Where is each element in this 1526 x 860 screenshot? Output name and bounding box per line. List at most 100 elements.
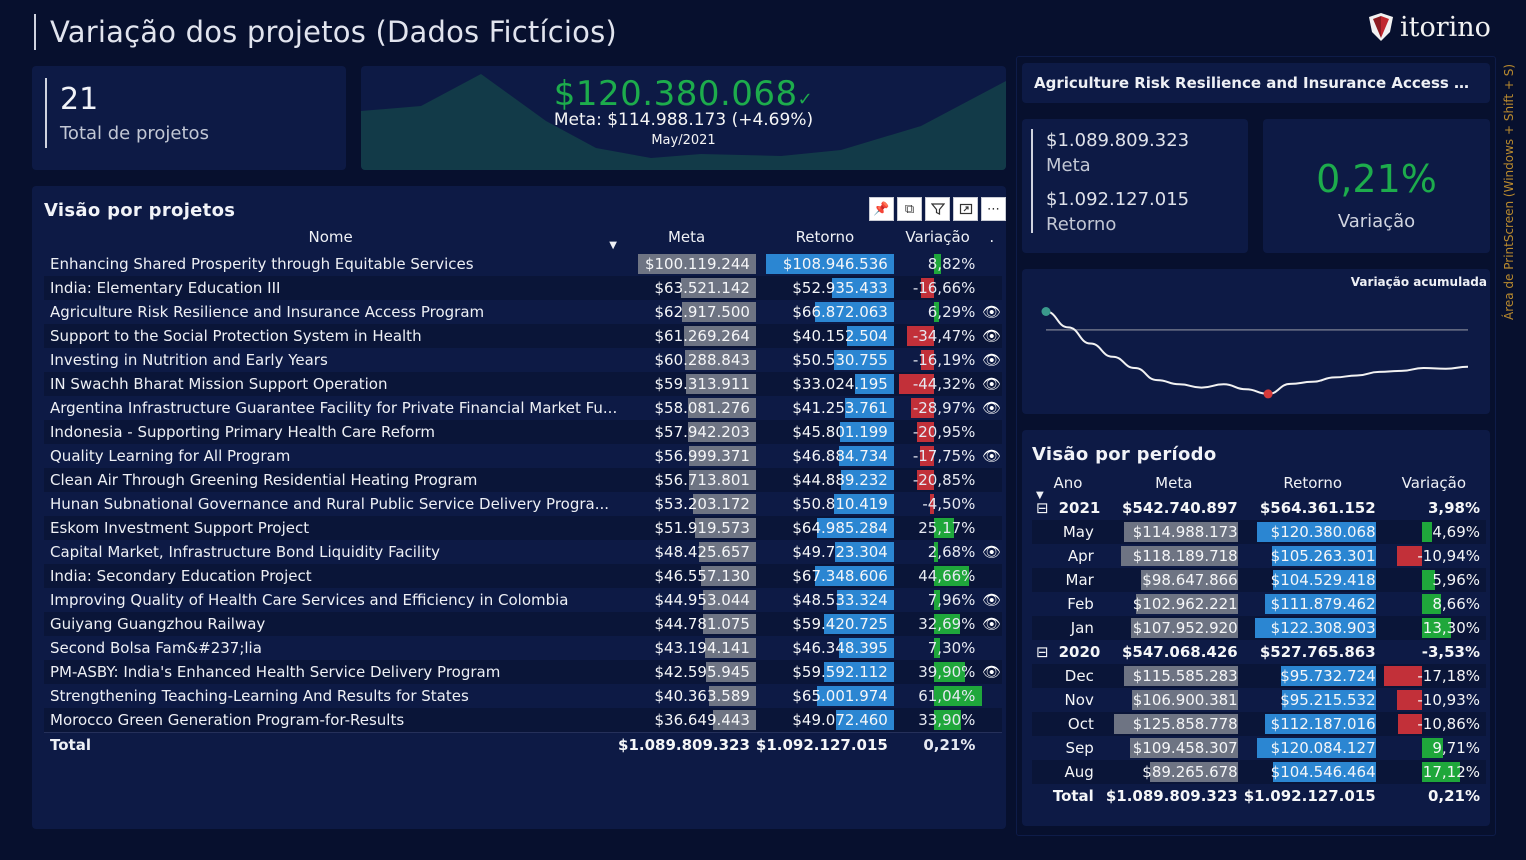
copy-icon[interactable]: ⧉ <box>897 197 922 221</box>
variation-value: 13,30% <box>1422 619 1480 637</box>
table-row[interactable]: Guiyang Guangzhou Railway $44.781.075 $59.… <box>44 612 1002 636</box>
month-row[interactable]: Apr $118.189.718 $105.263.301 -10,94% <box>1032 544 1486 568</box>
month-row[interactable]: Nov $106.900.381 $95.215.532 -10,93% <box>1032 688 1486 712</box>
project-name[interactable]: Morocco Green Generation Program-for-Res… <box>44 708 618 733</box>
eye-icon[interactable]: 👁 <box>981 588 1002 612</box>
month-row[interactable]: Mar $98.647.866 $104.529.418 5,96% <box>1032 568 1486 592</box>
table-row[interactable]: Hunan Subnational Governance and Rural P… <box>44 492 1002 516</box>
eye-icon[interactable]: 👁 <box>981 372 1002 396</box>
project-name[interactable]: IN Swachh Bharat Mission Support Operati… <box>44 372 618 396</box>
col-meta[interactable]: Meta <box>1104 470 1244 496</box>
sort-desc-icon[interactable]: ▼ <box>1036 490 1044 501</box>
table-row[interactable]: Investing in Nutrition and Early Years $6… <box>44 348 1002 372</box>
eye-icon[interactable]: 👁 <box>981 540 1002 564</box>
col-retorno[interactable]: Retorno <box>756 222 894 252</box>
collapse-icon[interactable]: ⊟ <box>1036 499 1049 517</box>
table-row[interactable]: IN Swachh Bharat Mission Support Operati… <box>44 372 1002 396</box>
table-row[interactable]: India: Secondary Education Project $46.55… <box>44 564 1002 588</box>
project-name[interactable]: Improving Quality of Health Care Service… <box>44 588 617 612</box>
project-name[interactable]: Support to the Social Protection System … <box>44 324 618 348</box>
variation-cell: -34,47% <box>893 324 982 348</box>
month-row[interactable]: Sep $109.458.307 $120.084.127 9,71% <box>1032 736 1486 760</box>
table-row[interactable]: Capital Market, Infrastructure Bond Liqu… <box>44 540 1002 564</box>
table-row[interactable]: Eskom Investment Support Project $51.919.… <box>44 516 1002 540</box>
variation-value: -17,18% <box>1417 667 1480 685</box>
project-name[interactable]: Second Bolsa Fam&#237;lia <box>44 636 617 660</box>
table-row[interactable]: Support to the Social Protection System … <box>44 324 1002 348</box>
meta-value: $48.425.657 <box>654 543 750 561</box>
return-value: $33.024.195 <box>792 375 888 393</box>
table-row[interactable]: Enhancing Shared Prosperity through Equi… <box>44 252 1002 276</box>
selected-variation-label: Variação <box>1337 211 1416 232</box>
start-point[interactable] <box>1041 307 1051 316</box>
total-row: Total $1.089.809.323 $1.092.127.015 0,21% <box>1032 784 1486 808</box>
col-variacao[interactable]: Variação <box>1382 470 1486 496</box>
eye-icon[interactable]: 👁 <box>981 324 1002 348</box>
project-name[interactable]: Agriculture Risk Resilience and Insuranc… <box>44 300 617 324</box>
eye-icon[interactable]: 👁 <box>981 612 1002 636</box>
project-name[interactable]: Investing in Nutrition and Early Years <box>44 348 617 372</box>
project-name[interactable]: India: Elementary Education III <box>44 276 618 300</box>
return-value: $104.546.464 <box>1270 763 1376 781</box>
col-retorno[interactable]: Retorno <box>1244 470 1382 496</box>
table-row[interactable]: Morocco Green Generation Program-for-Res… <box>44 708 1002 733</box>
eye-icon[interactable]: 👁 <box>981 348 1002 372</box>
filter-icon[interactable] <box>925 197 950 221</box>
focus-mode-icon[interactable] <box>953 197 978 221</box>
min-point[interactable] <box>1263 389 1273 399</box>
pin-icon[interactable]: 📌 <box>869 197 894 221</box>
project-name[interactable]: Strengthening Teaching-Learning And Resu… <box>44 684 617 708</box>
col-nome[interactable]: Nome <box>44 222 617 252</box>
col-variacao[interactable]: Variação <box>894 222 982 252</box>
eye-icon[interactable]: 👁 <box>981 300 1002 324</box>
col-ano[interactable]: Ano ▼ <box>1032 470 1104 501</box>
project-name[interactable]: Clean Air Through Greening Residential H… <box>44 468 618 492</box>
variation-value: -17,75% <box>912 447 976 465</box>
variation-cell: -10,94% <box>1382 544 1486 568</box>
return-value: $65.001.974 <box>792 687 888 705</box>
table-row[interactable]: Second Bolsa Fam&#237;lia $43.194.141 $46.… <box>44 636 1002 660</box>
table-row[interactable]: Strengthening Teaching-Learning And Resu… <box>44 684 1002 708</box>
month-row[interactable]: Oct $125.858.778 $112.187.016 -10,86% <box>1032 712 1486 736</box>
meta-value: $125.858.778 <box>1132 715 1238 733</box>
table-row[interactable]: PM-ASBY: India's Enhanced Health Service… <box>44 660 1002 684</box>
collapse-icon[interactable]: ⊟ <box>1036 643 1049 661</box>
project-name[interactable]: Enhancing Shared Prosperity through Equi… <box>44 252 617 276</box>
project-name[interactable]: Guiyang Guangzhou Railway <box>44 612 618 636</box>
table-row[interactable]: Clean Air Through Greening Residential H… <box>44 468 1002 492</box>
variation-cell: -17,18% <box>1381 664 1486 688</box>
project-name[interactable]: Indonesia - Supporting Primary Health Ca… <box>44 420 618 444</box>
month-row[interactable]: Feb $102.962.221 $111.879.462 8,66% <box>1032 592 1486 616</box>
visual-toolbar: 📌 ⧉ ⋯ <box>869 197 1006 221</box>
table-row[interactable]: Improving Quality of Health Care Service… <box>44 588 1002 612</box>
project-name[interactable]: Argentina Infrastructure Guarantee Facil… <box>44 396 617 420</box>
table-row[interactable]: Agriculture Risk Resilience and Insuranc… <box>44 300 1002 324</box>
eye-icon[interactable]: 👁 <box>981 660 1002 684</box>
table-row[interactable]: Argentina Infrastructure Guarantee Facil… <box>44 396 1002 420</box>
eye-icon[interactable]: 👁 <box>981 444 1002 468</box>
col-meta[interactable]: Meta ▼ <box>609 222 756 252</box>
project-name[interactable]: India: Secondary Education Project <box>44 564 618 588</box>
year-row[interactable]: ⊟ 2020 $547.068.426 $527.765.863 -3,53% <box>1032 640 1486 664</box>
more-options-icon[interactable]: ⋯ <box>981 197 1006 221</box>
year-cell[interactable]: ⊟ 2020 <box>1032 640 1104 664</box>
table-row[interactable]: Quality Learning for All Program $56.999.… <box>44 444 1002 468</box>
month-row[interactable]: Jan $107.952.920 $122.308.903 13,30% <box>1032 616 1486 640</box>
year-row[interactable]: ⊟ 2021 $542.740.897 $564.361.152 3,98% <box>1032 496 1486 520</box>
month-row[interactable]: Dec $115.585.283 $95.732.724 -17,18% <box>1032 664 1486 688</box>
project-name[interactable]: Quality Learning for All Program <box>44 444 617 468</box>
month-row[interactable]: May $114.988.173 $120.380.068 4,69% <box>1032 520 1486 544</box>
project-name[interactable]: Hunan Subnational Governance and Rural P… <box>44 492 617 516</box>
sort-desc-icon[interactable]: ▼ <box>609 240 617 251</box>
month-label: May <box>1032 520 1104 544</box>
col-extra[interactable]: . <box>981 222 1002 252</box>
month-row[interactable]: Aug $89.265.678 $104.546.464 17,12% <box>1032 760 1486 784</box>
project-name[interactable]: Eskom Investment Support Project <box>44 516 618 540</box>
table-row[interactable]: Indonesia - Supporting Primary Health Ca… <box>44 420 1002 444</box>
project-name[interactable]: PM-ASBY: India's Enhanced Health Service… <box>44 660 618 684</box>
project-name[interactable]: Capital Market, Infrastructure Bond Liqu… <box>44 540 617 564</box>
meta-value: $60.288.843 <box>654 351 750 369</box>
table-row[interactable]: India: Elementary Education III $63.521.1… <box>44 276 1002 300</box>
eye-icon[interactable]: 👁 <box>981 396 1002 420</box>
return-cell: $95.732.724 <box>1243 664 1382 688</box>
